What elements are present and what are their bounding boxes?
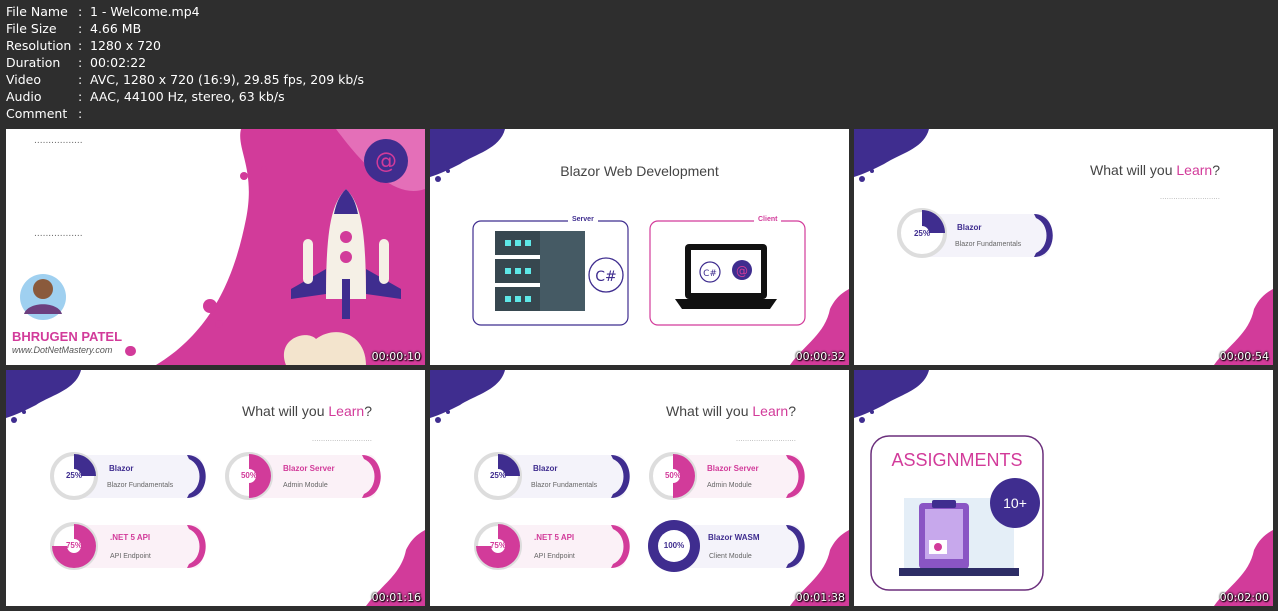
info-row-duration: Duration:00:02:22 xyxy=(6,55,147,70)
timestamp: 00:00:32 xyxy=(795,350,845,363)
progress-percent: 25% xyxy=(913,229,930,238)
progress-percent: 50% xyxy=(664,471,681,480)
thumbnail-2[interactable]: C# C# @ Blazor Web Development Server Cl… xyxy=(430,129,849,365)
server-rack-icon xyxy=(495,231,585,311)
card-title: .NET 5 API xyxy=(534,533,575,542)
progress-percent: 75% xyxy=(489,541,506,550)
card-subtitle: Blazor Fundamentals xyxy=(107,482,174,489)
svg-text:...........................: ........................... xyxy=(736,435,796,443)
svg-text:@: @ xyxy=(375,149,397,174)
timestamp: 00:01:16 xyxy=(371,591,421,604)
file-info-panel: File Name:1 - Welcome.mp4 File Size:4.66… xyxy=(6,3,364,122)
progress-percent: 100% xyxy=(663,541,685,550)
card-title: Blazor xyxy=(109,464,134,473)
presenter-name: BHRUGEN PATEL xyxy=(12,329,123,344)
thumbnail-1[interactable]: @ ................. ................. BH… xyxy=(6,129,425,365)
server-label: Server xyxy=(568,216,598,223)
slide-title: Blazor Web Development xyxy=(560,163,719,179)
info-row-file-size: File Size:4.66 MB xyxy=(6,21,142,36)
card-subtitle: Admin Module xyxy=(707,482,752,489)
timestamp: 00:02:00 xyxy=(1219,591,1269,604)
thumbnail-6[interactable]: ASSIGNMENTS 10+ 00:02:00 xyxy=(854,370,1273,606)
thumbnail-4[interactable]: ........................... What will yo… xyxy=(6,370,425,606)
card-title: Blazor Server xyxy=(707,464,759,473)
laptop-icon: C# @ xyxy=(675,244,777,309)
card-subtitle: Client Module xyxy=(709,553,752,560)
info-row-comment: Comment: xyxy=(6,106,83,121)
progress-percent: 25% xyxy=(65,471,82,480)
slide-title: What will you Learn? xyxy=(666,403,796,419)
info-row-audio: Audio: AAC, 44100 Hz, stereo, 63 kb/s xyxy=(6,89,285,104)
card-title: .NET 5 API xyxy=(110,533,151,542)
card-title: Blazor Server xyxy=(283,464,335,473)
card-title: Blazor WASM xyxy=(708,533,760,542)
progress-percent: 50% xyxy=(240,471,257,480)
thumbnail-5[interactable]: ........................... What will yo… xyxy=(430,370,849,606)
card-subtitle: Blazor Fundamentals xyxy=(531,482,598,489)
svg-text:...........................: ........................... xyxy=(1160,193,1220,201)
progress-percent: 75% xyxy=(65,541,82,550)
client-label: Client xyxy=(754,216,782,223)
card-subtitle: API Endpoint xyxy=(534,553,575,560)
card-subtitle: API Endpoint xyxy=(110,553,151,560)
assignments-artwork xyxy=(854,370,1273,606)
info-row-video: Video: AVC, 1280 x 720 (16:9), 29.85 fps,… xyxy=(6,72,365,87)
progress-percent: 25% xyxy=(489,471,506,480)
card-title: Blazor xyxy=(957,223,982,232)
svg-text:.................: ................. xyxy=(34,229,83,239)
thumbnail-3[interactable]: ........................... What will yo… xyxy=(854,129,1273,365)
card-subtitle: Blazor Fundamentals xyxy=(955,241,1022,248)
presenter-website: www.DotNetMastery.com xyxy=(12,345,113,355)
svg-text:C#: C# xyxy=(595,269,617,285)
timestamp: 00:00:10 xyxy=(371,350,421,363)
card-subtitle: Admin Module xyxy=(283,482,328,489)
assignments-heading: ASSIGNMENTS xyxy=(891,450,1023,470)
assignment-count: 10+ xyxy=(1003,495,1027,511)
svg-text:@: @ xyxy=(736,264,748,278)
slide-title: What will you Learn? xyxy=(242,403,372,419)
info-row-file-name: File Name:1 - Welcome.mp4 xyxy=(6,4,200,19)
svg-text:...........................: ........................... xyxy=(312,435,372,443)
slide-title: What will you Learn? xyxy=(1090,162,1220,178)
card-title: Blazor xyxy=(533,464,558,473)
svg-text:C#: C# xyxy=(703,269,717,279)
info-row-resolution: Resolution:1280 x 720 xyxy=(6,38,162,53)
svg-text:.................: ................. xyxy=(34,136,83,146)
timestamp: 00:01:38 xyxy=(795,591,845,604)
timestamp: 00:00:54 xyxy=(1219,350,1269,363)
